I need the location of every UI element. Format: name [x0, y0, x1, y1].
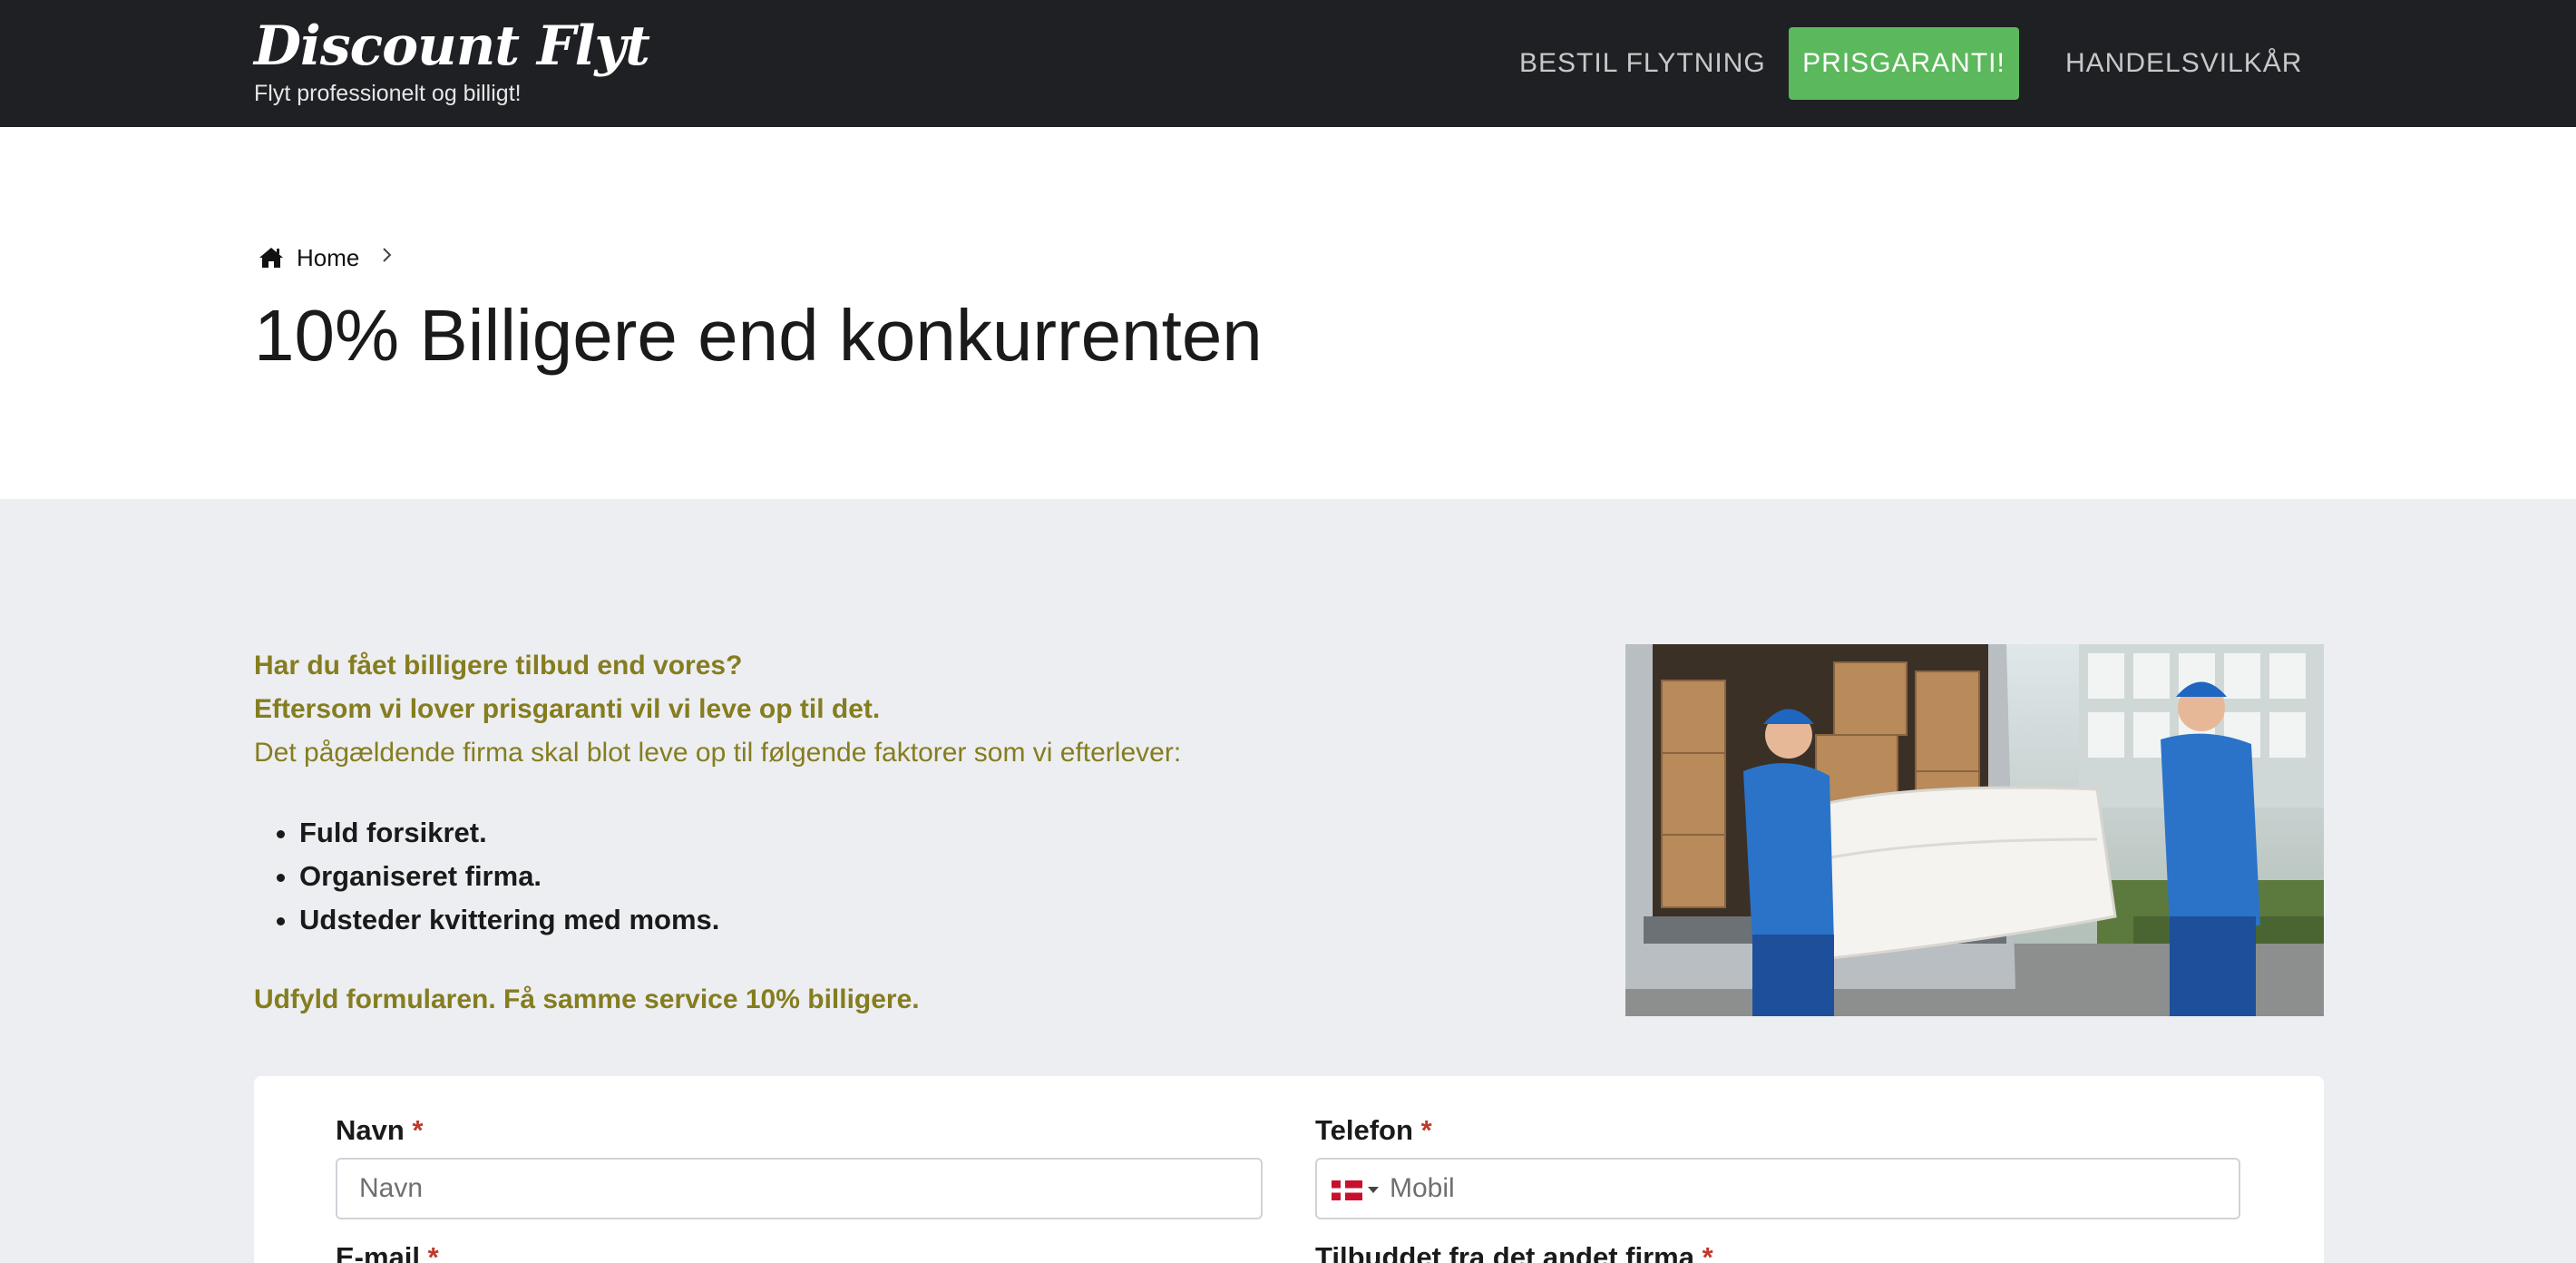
- email-label: E-mail *: [336, 1239, 439, 1263]
- form-cta-text: Udfyld formularen. Få samme service 10% …: [254, 984, 920, 1014]
- offer-label-text: Tilbuddet fra det andet firma: [1315, 1241, 1694, 1263]
- site-tagline: Flyt professionelt og billigt!: [254, 81, 522, 106]
- required-marker: *: [1702, 1241, 1713, 1263]
- name-input[interactable]: [336, 1158, 1263, 1219]
- nav-handelsvilkaar[interactable]: HANDELSVILKÅR: [2065, 27, 2302, 100]
- home-icon[interactable]: [259, 246, 284, 269]
- list-item: Udsteder kvittering med moms.: [299, 898, 719, 942]
- denmark-flag-icon[interactable]: [1332, 1180, 1362, 1200]
- name-label: Navn *: [336, 1112, 424, 1149]
- intro-promise: Eftersom vi lover prisgaranti vil vi lev…: [254, 694, 881, 724]
- phone-field: [1315, 1158, 2240, 1219]
- phone-label-text: Telefon: [1315, 1114, 1413, 1146]
- required-marker: *: [1420, 1114, 1432, 1146]
- list-item: Organiseret firma.: [299, 855, 719, 898]
- top-navbar: Discount Flyt Flyt professionelt og bill…: [0, 0, 2576, 127]
- intro-conditions: Det pågældende firma skal blot leve op t…: [254, 738, 1182, 768]
- breadcrumb-home-link[interactable]: Home: [297, 244, 359, 272]
- price-guarantee-form: Navn * Telefon * E-mail * Tilbuddet fra …: [254, 1076, 2324, 1263]
- intro-text: Har du fået billigere tilbud end vores? …: [254, 644, 1524, 775]
- chevron-right-icon: [381, 245, 394, 270]
- phone-input[interactable]: [1390, 1160, 2233, 1218]
- brand[interactable]: Discount Flyt Flyt professionelt og bill…: [254, 15, 650, 107]
- page-title: 10% Billigere end konkurrenten: [254, 295, 1263, 376]
- intro-question: Har du fået billigere tilbud end vores?: [254, 651, 743, 680]
- requirements-list: Fuld forsikret. Organiseret firma. Udste…: [299, 811, 719, 942]
- phone-label: Telefon *: [1315, 1112, 1432, 1149]
- name-label-text: Navn: [336, 1114, 405, 1146]
- caret-down-icon[interactable]: [1368, 1187, 1379, 1193]
- nav-bestil-flytning[interactable]: BESTIL FLYTNING: [1519, 27, 1766, 100]
- site-logo[interactable]: Discount Flyt: [254, 15, 650, 78]
- list-item: Fuld forsikret.: [299, 811, 719, 855]
- nav-prisgaranti[interactable]: PRISGARANTI!: [1789, 27, 2019, 100]
- email-label-text: E-mail: [336, 1241, 421, 1263]
- breadcrumb: Home: [259, 240, 394, 276]
- offer-label: Tilbuddet fra det andet firma *: [1315, 1239, 1713, 1263]
- movers-photo: [1625, 644, 2324, 1016]
- required-marker: *: [427, 1241, 439, 1263]
- required-marker: *: [412, 1114, 424, 1146]
